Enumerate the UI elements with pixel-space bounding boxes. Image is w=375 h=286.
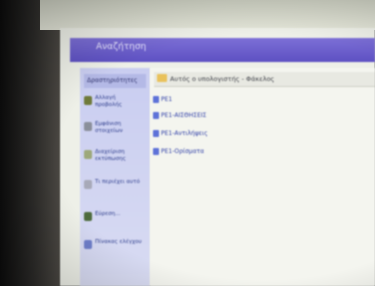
document-icon (153, 148, 159, 155)
details-icon (84, 122, 92, 131)
file-name: ΡΕ1-Ορίσματα (161, 148, 205, 155)
address-text: Αυτός ο υπολογιστής - Φάκελος (170, 75, 275, 83)
task-pane-header[interactable]: Δραστηριότητες (84, 74, 146, 88)
sidebar-item-label: Πίνακας ελέγχου (95, 239, 142, 245)
sidebar-item-label: Εύρεση... (95, 211, 121, 217)
sidebar-item-print[interactable]: Διαχείριση εκτύπωσης (84, 148, 146, 170)
sidebar-item-label: Αλλαγή προβολής (95, 95, 123, 108)
sidebar-item-control-panel[interactable]: Πίνακας ελέγχου (84, 238, 146, 260)
file-name: ΡΕ1-Αντιλήψεις (161, 130, 208, 137)
document-icon (153, 130, 159, 137)
sidebar-item-label: Τι περιέχει αυτό (95, 179, 140, 185)
file-name: ΡΕ1-ΑΙΣΘΗΣΕΙΣ (161, 112, 207, 119)
sidebar-item-details[interactable]: Εμφάνιση στοιχείων (84, 120, 146, 142)
sidebar-item-view[interactable]: Αλλαγή προβολής (84, 94, 146, 116)
control-panel-icon (84, 240, 92, 249)
sidebar-item-search[interactable]: Εύρεση... (84, 210, 146, 232)
sidebar-item-label: Εμφάνιση στοιχείων (95, 121, 123, 134)
task-pane: Δραστηριότητες Αλλαγή προβολής Εμφάνιση … (80, 68, 150, 286)
view-icon (84, 96, 92, 105)
sidebar-item-contents[interactable]: Τι περιέχει αυτό (84, 178, 146, 200)
document-icon (84, 180, 92, 189)
screen-glare (40, 0, 375, 30)
sidebar-item-label: Διαχείριση εκτύπωσης (95, 149, 126, 162)
search-icon (84, 212, 92, 221)
document-icon (153, 112, 159, 119)
file-list-pane: Αυτός ο υπολογιστής - Φάκελος ΡΕ1 ΡΕ1-ΑΙ… (150, 68, 375, 286)
address-bar[interactable]: Αυτός ο υπολογιστής - Φάκελος (154, 72, 375, 87)
file-item[interactable]: ΡΕ1-ΑΙΣΘΗΣΕΙΣ (153, 112, 206, 122)
window-titlebar[interactable]: Αναζήτηση (70, 38, 375, 62)
window-title: Αναζήτηση (96, 42, 147, 52)
folder-icon (157, 74, 167, 82)
document-icon (153, 96, 159, 103)
file-item[interactable]: ΡΕ1 (153, 96, 172, 106)
printer-icon (84, 150, 92, 159)
monitor-bezel (0, 0, 60, 286)
file-name: ΡΕ1 (161, 96, 173, 103)
file-item[interactable]: ΡΕ1-Αντιλήψεις (153, 130, 208, 140)
file-item[interactable]: ΡΕ1-Ορίσματα (153, 148, 204, 158)
